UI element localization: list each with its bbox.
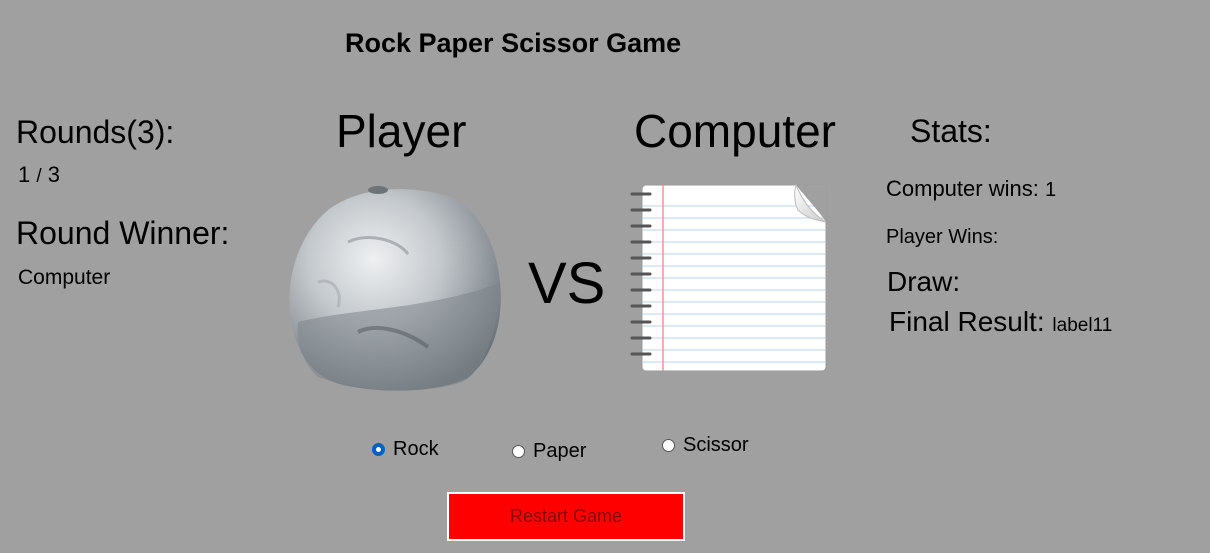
player-heading: Player xyxy=(336,105,467,157)
stats-heading: Stats: xyxy=(910,113,992,149)
paper-radio-option[interactable]: Paper xyxy=(512,440,586,463)
draw-label: Draw: xyxy=(887,266,961,297)
rock-radio-label[interactable]: Rock xyxy=(393,438,439,461)
player-wins-label: Player Wins: xyxy=(886,226,999,248)
scissor-radio-label[interactable]: Scissor xyxy=(683,434,749,457)
draw-stat: Draw: xyxy=(887,266,960,298)
round-winner-value: Computer xyxy=(18,266,111,289)
rock-radio-option[interactable]: Rock xyxy=(372,438,439,461)
scissor-radio-option[interactable]: Scissor xyxy=(662,434,749,457)
computer-wins-label: Computer wins: xyxy=(886,176,1039,201)
rounds-total: 3 xyxy=(47,162,61,187)
computer-wins-value: 1 xyxy=(1044,179,1057,201)
computer-wins-stat: Computer wins: 1 xyxy=(886,176,1056,202)
rounds-label: Rounds(3): xyxy=(16,114,175,150)
player-wins-stat: Player Wins: xyxy=(886,226,998,249)
radio-unchecked-icon[interactable] xyxy=(662,439,675,452)
game-title: Rock Paper Scissor Game xyxy=(345,28,682,58)
round-winner-label: Round Winner: xyxy=(16,215,230,251)
computer-heading: Computer xyxy=(634,105,836,157)
rounds-counter: 1 / 3 xyxy=(18,162,60,188)
restart-game-button[interactable]: Restart Game xyxy=(447,492,685,541)
final-result-label: Final Result: xyxy=(889,306,1045,337)
final-result-stat: Final Result: label11 xyxy=(889,306,1112,338)
radio-unchecked-icon[interactable] xyxy=(512,445,525,458)
vs-label: VS xyxy=(528,251,606,316)
paper-radio-label[interactable]: Paper xyxy=(533,440,586,463)
rounds-current: 1 xyxy=(18,162,31,187)
paper-notepad-image xyxy=(628,180,833,375)
final-result-value: label11 xyxy=(1052,315,1113,336)
rock-image xyxy=(288,182,503,392)
rounds-separator: / xyxy=(36,166,42,187)
radio-checked-icon[interactable] xyxy=(372,443,385,456)
